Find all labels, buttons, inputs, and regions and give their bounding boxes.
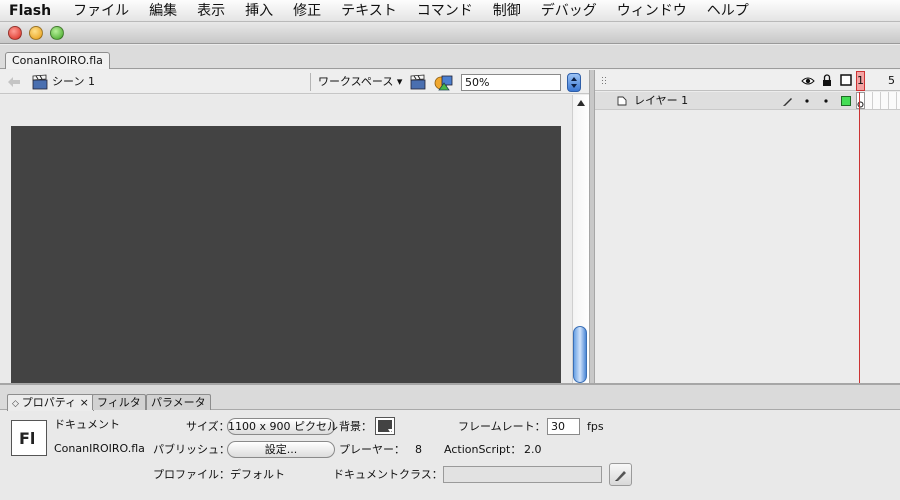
collapse-arrow-icon[interactable]: ◇ [12, 399, 22, 409]
menu-modify[interactable]: 修正 [283, 0, 331, 22]
scene-label[interactable]: シーン 1 [52, 75, 95, 89]
document-tab-strip: ConanIROIRO.fla [0, 45, 900, 69]
zoom-field[interactable]: 50% [461, 74, 561, 91]
layer-page-icon [617, 96, 627, 106]
menu-debug[interactable]: デバッグ [531, 0, 607, 22]
menu-window[interactable]: ウィンドウ [607, 0, 697, 22]
layer-name[interactable]: レイヤー 1 [634, 94, 688, 108]
close-window-button[interactable] [8, 26, 22, 40]
menu-view[interactable]: 表示 [187, 0, 235, 22]
menu-file[interactable]: ファイル [63, 0, 139, 22]
zoom-window-button[interactable] [50, 26, 64, 40]
menu-help[interactable]: ヘルプ [697, 0, 759, 22]
document-tab[interactable]: ConanIROIRO.fla [5, 52, 110, 69]
workspace-menu[interactable]: ワークスペース ▾ [318, 75, 402, 89]
edit-symbols-icon[interactable] [434, 73, 454, 91]
menu-text[interactable]: テキスト [331, 0, 407, 22]
fps-label: fps [587, 420, 604, 433]
framerate-label: フレームレート： [458, 420, 546, 433]
window-titlebar [0, 22, 900, 44]
scene-clapper-icon [32, 74, 48, 90]
pencil-icon [783, 98, 792, 106]
frame-number-5: 5 [888, 74, 895, 87]
background-color-swatch[interactable] [375, 417, 395, 435]
file-name-label: ConanIROIRO.fla [54, 442, 145, 455]
document-class-label: ドキュメントクラス： [333, 468, 443, 481]
stepper-arrows-icon [571, 77, 577, 88]
player-value: 8 [415, 443, 422, 456]
framerate-input[interactable]: 30 [547, 418, 580, 435]
document-type-label: ドキュメント [54, 418, 120, 431]
frame-number-1: 1 [857, 74, 864, 87]
zoom-stepper[interactable] [567, 73, 581, 92]
timeline-panel: 1 5 レイヤー 1 [595, 70, 900, 383]
frame-cells[interactable] [865, 92, 900, 109]
lock-icon[interactable] [822, 74, 832, 87]
actionscript-value: 2.0 [524, 443, 542, 456]
eye-icon[interactable] [801, 76, 815, 86]
tab-properties[interactable]: ◇ プロパティ × [7, 394, 94, 411]
edit-scene-icon[interactable] [410, 74, 426, 90]
pencil-icon [615, 471, 626, 481]
background-label: 背景： [339, 420, 372, 433]
profile-label: プロファイル：デフォルト [153, 468, 285, 481]
tab-filters[interactable]: フィルタ [92, 394, 146, 410]
timeline-header: 1 5 [595, 70, 900, 91]
menu-commands[interactable]: コマンド [407, 0, 483, 22]
size-label: サイズ： [186, 420, 230, 433]
minimize-window-button[interactable] [29, 26, 43, 40]
properties-tab-strip: ◇ プロパティ × フィルタ パラメータ [0, 385, 900, 411]
editbar-divider [310, 73, 311, 91]
layer-color-swatch[interactable] [841, 96, 851, 106]
keyframe-cell[interactable] [856, 92, 865, 109]
stage-scrollbar-thumb[interactable] [573, 326, 587, 383]
player-label: プレーヤー： [339, 443, 405, 456]
menu-edit[interactable]: 編集 [139, 0, 187, 22]
size-button[interactable]: 1100 x 900 ピクセル [227, 418, 338, 435]
zoom-value: 50% [465, 76, 490, 89]
menu-control[interactable]: 制御 [483, 0, 531, 22]
document-type-icon: Fl [11, 420, 47, 456]
lock-dot-icon[interactable] [824, 99, 828, 103]
edit-bar: シーン 1 ワークスペース ▾ 50% [0, 70, 589, 94]
swatch-dropdown-icon [388, 429, 393, 433]
publish-settings-button[interactable]: 設定... [227, 441, 335, 458]
layer-row[interactable]: レイヤー 1 [595, 92, 900, 110]
back-arrow-icon[interactable] [7, 76, 21, 88]
outline-icon[interactable] [840, 74, 852, 86]
document-class-input[interactable] [443, 466, 602, 483]
tab-parameters[interactable]: パラメータ [146, 394, 211, 410]
edit-class-button[interactable] [609, 463, 632, 486]
menu-app-flash[interactable]: Flash [0, 0, 63, 22]
properties-panel: ◇ プロパティ × フィルタ パラメータ Fl ドキュメント ConanIROI… [0, 383, 900, 500]
stage[interactable] [11, 126, 561, 383]
menu-insert[interactable]: 挿入 [235, 0, 283, 22]
actionscript-label: ActionScript： [444, 443, 522, 456]
menu-bar: Flash ファイル 編集 表示 挿入 修正 テキスト コマンド 制御 デバッグ… [0, 0, 900, 22]
visibility-dot-icon[interactable] [805, 99, 809, 103]
publish-label: パブリッシュ： [153, 443, 230, 456]
scroll-up-arrow-icon[interactable] [576, 99, 586, 107]
playhead-line [859, 92, 860, 383]
gripper-icon[interactable] [601, 76, 607, 86]
